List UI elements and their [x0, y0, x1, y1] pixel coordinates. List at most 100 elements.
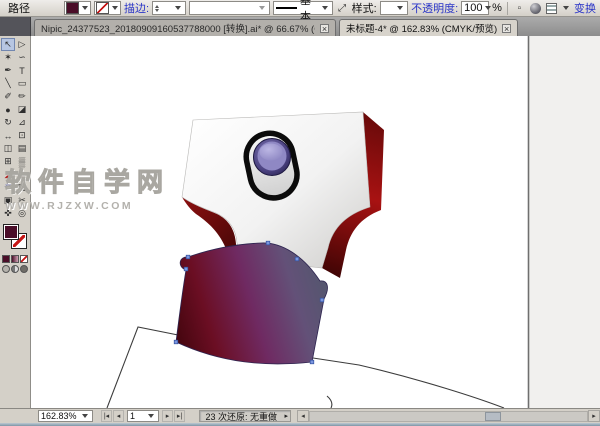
- fill-swatch-icon: [65, 2, 79, 14]
- chevron-down-icon: [174, 6, 181, 10]
- lasso-tool[interactable]: ∽: [15, 51, 29, 64]
- select-similar-icon[interactable]: ▫: [513, 2, 526, 15]
- style-label: 样式:: [351, 3, 377, 15]
- opacity-panel-link[interactable]: 不透明度:: [411, 0, 458, 16]
- brush-definition-combo[interactable]: 基本: [272, 0, 333, 23]
- chevron-down-icon: [82, 414, 88, 418]
- zoom-level-combo[interactable]: 162.83%: [38, 410, 93, 422]
- knob-highlight-shape: [259, 143, 283, 161]
- direct-selection-tool[interactable]: ▷: [15, 38, 29, 51]
- undo-status-text: 23 次还原: 无重做: [205, 411, 277, 422]
- document-tab-bar: Nipic_24377523_20180909160537788000 [转换]…: [0, 17, 600, 36]
- free-transform-tool[interactable]: ⊡: [15, 129, 29, 142]
- screen-mode-full-button[interactable]: [20, 265, 28, 273]
- width-profile-combo[interactable]: [188, 1, 270, 15]
- slice-tool[interactable]: ✂: [15, 194, 29, 207]
- opacity-combo[interactable]: 100: [461, 1, 491, 15]
- fill-proxy-icon[interactable]: [3, 224, 19, 240]
- transform-panel-link[interactable]: 变换: [574, 0, 596, 16]
- align-grid-icon[interactable]: [545, 2, 558, 15]
- screen-mode-normal-button[interactable]: [2, 265, 10, 273]
- shape-builder-tool[interactable]: ◫: [1, 142, 15, 155]
- anchor-point[interactable]: [185, 254, 191, 260]
- canvas-artwork[interactable]: [31, 36, 600, 408]
- screen-mode-menu-button[interactable]: [11, 265, 19, 273]
- pencil-tool[interactable]: ✏: [15, 90, 29, 103]
- column-graph-tool[interactable]: ▥: [15, 181, 29, 194]
- style-combo[interactable]: [379, 1, 409, 15]
- close-icon[interactable]: ×: [502, 23, 512, 33]
- next-page-button[interactable]: ▸: [162, 410, 173, 422]
- chevron-down-icon: [258, 6, 265, 10]
- first-page-button[interactable]: |◂: [101, 410, 112, 422]
- artboard-canvas[interactable]: [31, 36, 600, 408]
- zoom-level-value: 162.83%: [41, 411, 77, 421]
- horizontal-scrollbar[interactable]: ◂ ▸: [297, 410, 600, 423]
- magic-wand-tool[interactable]: ✶: [1, 51, 15, 64]
- hand-tool[interactable]: ✜: [1, 207, 15, 220]
- selection-tool[interactable]: ↖: [1, 38, 15, 51]
- outline-path-left[interactable]: [106, 326, 184, 408]
- scroll-left-button[interactable]: ◂: [297, 410, 309, 422]
- width-tool[interactable]: ↔: [1, 129, 15, 142]
- pasteboard: [529, 36, 600, 408]
- illustrator-window: 路径 描边: 基本 ⤢ 样式: 不透明度: 100 % ▫ 变换 Nipic_2…: [0, 0, 600, 426]
- gradient-mode-button[interactable]: [11, 255, 19, 263]
- eraser-tool[interactable]: ◪: [15, 103, 29, 116]
- stroke-color-picker[interactable]: [93, 1, 121, 15]
- chevron-down-icon: [484, 6, 491, 10]
- stroke-panel-link[interactable]: 描边:: [124, 0, 149, 16]
- perspective-grid-tool[interactable]: ▤: [15, 142, 29, 155]
- outline-path-hook[interactable]: [326, 395, 333, 408]
- rotate-tool[interactable]: ↻: [1, 116, 15, 129]
- eyedropper-tool[interactable]: ◢: [1, 168, 15, 181]
- fill-stroke-indicator[interactable]: [1, 223, 29, 253]
- close-icon[interactable]: ×: [320, 23, 329, 33]
- line-segment-tool[interactable]: ╲: [1, 77, 15, 90]
- divider: [506, 1, 508, 15]
- shape-mode-icon[interactable]: ⤢: [336, 2, 349, 15]
- color-mode-button[interactable]: [2, 255, 10, 263]
- prev-page-button[interactable]: ◂: [113, 410, 124, 422]
- chevron-down-icon: [148, 414, 154, 418]
- tools-panel: ↖ ▷ ✶ ∽ ✒ T ╲ ▭ ✐ ✏ ● ◪ ↻ ⊿ ↔ ⊡ ◫ ▤ ⊞ ▒: [0, 36, 31, 408]
- pen-tool[interactable]: ✒: [1, 64, 15, 77]
- blob-brush-tool[interactable]: ●: [1, 103, 15, 116]
- none-mode-button[interactable]: [20, 255, 28, 263]
- opacity-value: 100: [464, 2, 483, 14]
- paintbrush-tool[interactable]: ✐: [1, 90, 15, 103]
- type-tool[interactable]: T: [15, 64, 29, 77]
- workspace: ↖ ▷ ✶ ∽ ✒ T ╲ ▭ ✐ ✏ ● ◪ ↻ ⊿ ↔ ⊡ ◫ ▤ ⊞ ▒: [0, 36, 600, 408]
- gradient-tool[interactable]: ▒: [15, 155, 29, 168]
- outline-path-right[interactable]: [312, 357, 505, 408]
- fill-color-picker[interactable]: [63, 1, 91, 15]
- status-menu-arrow-icon[interactable]: ▸: [282, 412, 290, 420]
- scrollbar-thumb[interactable]: [484, 411, 501, 421]
- stepper-icon: [155, 4, 160, 12]
- anchor-point[interactable]: [294, 256, 300, 262]
- rectangle-tool[interactable]: ▭: [15, 77, 29, 90]
- blend-tool[interactable]: ❖: [15, 168, 29, 181]
- status-display[interactable]: 23 次还原: 无重做 ▸: [199, 410, 291, 422]
- anchor-point[interactable]: [319, 297, 325, 303]
- artboard-tool[interactable]: ▣: [1, 194, 15, 207]
- anchor-point[interactable]: [309, 359, 315, 365]
- mesh-tool[interactable]: ⊞: [1, 155, 15, 168]
- anchor-point[interactable]: [265, 240, 271, 246]
- symbol-sprayer-tool[interactable]: ✳: [1, 181, 15, 194]
- scale-tool[interactable]: ⊿: [15, 116, 29, 129]
- zoom-tool[interactable]: ◎: [15, 207, 29, 220]
- document-tab-nipic[interactable]: Nipic_24377523_20180909160537788000 [转换]…: [34, 19, 336, 36]
- document-tab-untitled[interactable]: 未标题-4* @ 162.83% (CMYK/预览) ×: [339, 19, 519, 36]
- stroke-weight-combo[interactable]: [152, 1, 186, 15]
- last-page-button[interactable]: ▸|: [174, 410, 185, 422]
- tab-title: 未标题-4* @ 162.83% (CMYK/预览): [346, 24, 498, 35]
- control-bar: 路径 描边: 基本 ⤢ 样式: 不透明度: 100 % ▫ 变换: [0, 0, 600, 23]
- anchor-point[interactable]: [173, 339, 179, 345]
- page-number-combo[interactable]: 1: [127, 410, 159, 422]
- anchor-point[interactable]: [183, 266, 189, 272]
- scrollbar-track[interactable]: [309, 410, 588, 422]
- scroll-right-button[interactable]: ▸: [588, 410, 600, 422]
- brush-stroke-preview-icon: [275, 7, 297, 9]
- recolor-artwork-icon[interactable]: [529, 2, 542, 15]
